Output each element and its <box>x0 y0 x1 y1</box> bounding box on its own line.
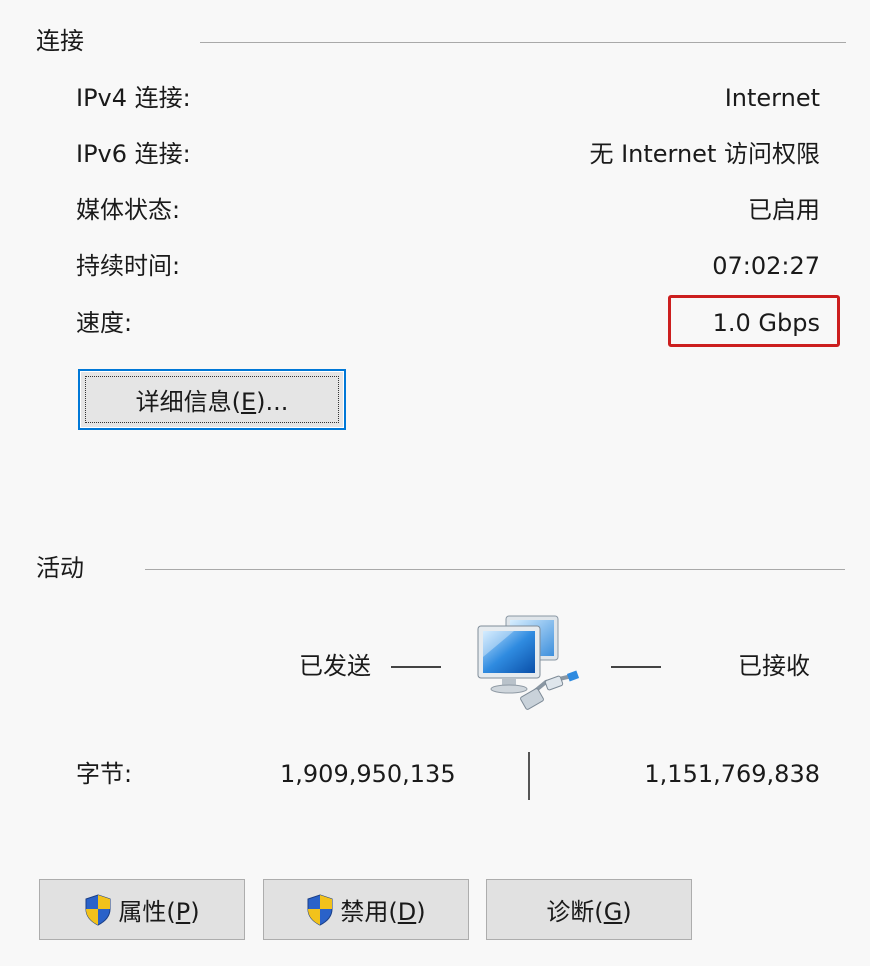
network-status-panel: 连接 IPv4 连接: Internet IPv6 连接: 无 Internet… <box>0 0 870 966</box>
properties-button[interactable]: 属性(P) <box>39 879 245 940</box>
ipv4-label: IPv4 连接: <box>76 84 191 112</box>
properties-button-label: 属性(P) <box>118 898 200 926</box>
ipv6-value: 无 Internet 访问权限 <box>589 140 820 168</box>
media-state-label: 媒体状态: <box>76 196 181 224</box>
duration-value: 07:02:27 <box>712 252 820 280</box>
received-label: 已接收 <box>738 652 810 680</box>
bytes-sent-value: 1,909,950,135 <box>280 760 456 788</box>
activity-section-divider <box>145 569 845 570</box>
media-state-value: 已启用 <box>748 196 820 224</box>
details-button-label: 详细信息(E)... <box>135 388 289 416</box>
sent-label: 已发送 <box>299 652 371 680</box>
ipv4-value: Internet <box>724 84 820 112</box>
sent-dash <box>391 666 441 668</box>
shield-icon <box>307 893 333 926</box>
disable-button[interactable]: 禁用(D) <box>263 879 469 940</box>
diagnose-button-label: 诊断(G) <box>546 898 632 926</box>
diagnose-button[interactable]: 诊断(G) <box>486 879 692 940</box>
bytes-label: 字节: <box>76 760 133 788</box>
received-dash <box>611 666 661 668</box>
shield-icon <box>85 893 111 926</box>
disable-button-label: 禁用(D) <box>340 898 426 926</box>
duration-label: 持续时间: <box>76 252 181 280</box>
bytes-divider <box>528 752 530 800</box>
speed-label: 速度: <box>76 309 133 337</box>
speed-highlight-box <box>668 295 840 347</box>
connection-section-divider <box>200 42 846 43</box>
bytes-received-value: 1,151,769,838 <box>644 760 820 788</box>
activity-section-title: 活动 <box>36 554 84 582</box>
ipv6-label: IPv6 连接: <box>76 140 191 168</box>
network-computers-icon <box>477 615 580 710</box>
details-button[interactable]: 详细信息(E)... <box>78 369 346 430</box>
connection-section-title: 连接 <box>36 27 84 55</box>
